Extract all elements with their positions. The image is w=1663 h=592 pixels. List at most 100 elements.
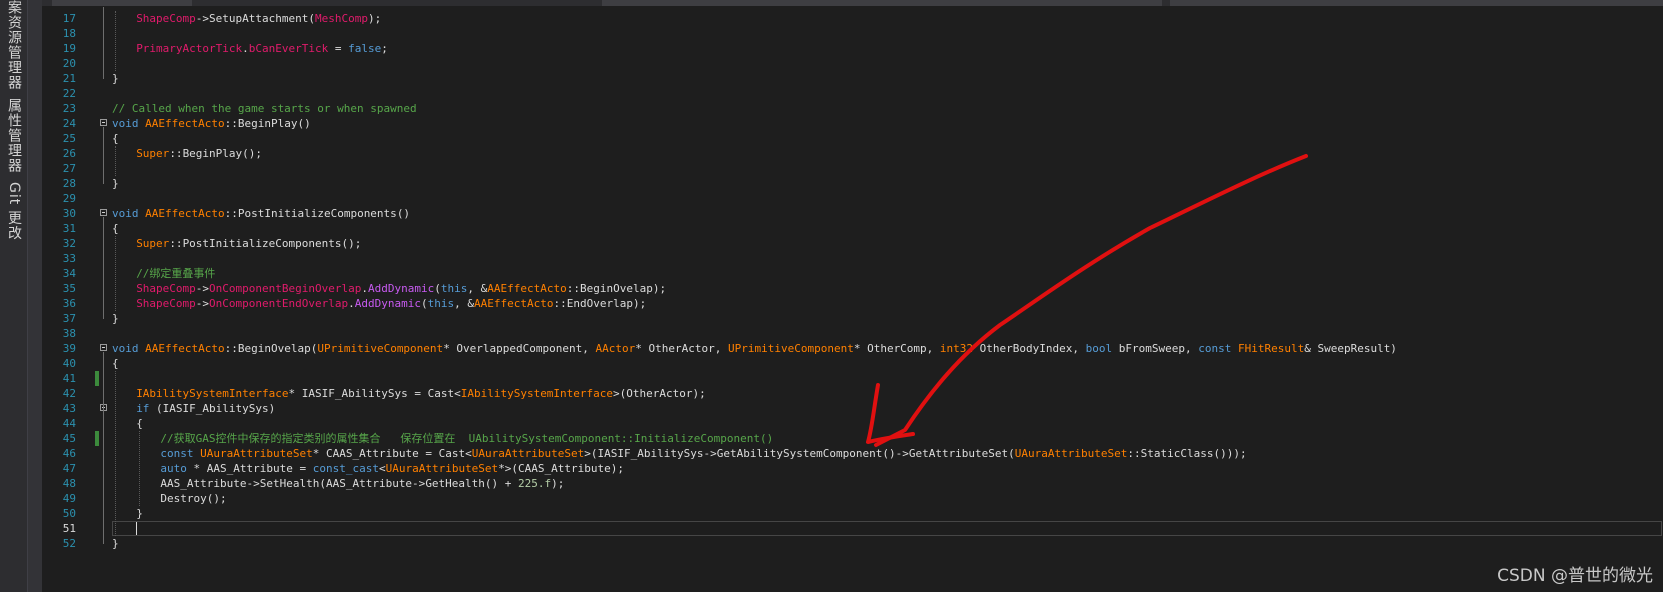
code-text: { [112,131,119,146]
tool-tab-git-changes[interactable]: Git 更改 [2,182,26,241]
code-line[interactable]: 47 auto * AAS_Attribute = const_cast<UAur… [42,461,1662,476]
code-token: (IASIF_AbilitySys) [149,401,276,415]
code-line[interactable]: 33 [42,251,1662,266]
code-line[interactable]: 27 [42,161,1662,176]
code-line[interactable]: 21} [42,71,1662,86]
code-token: const [160,446,194,460]
code-line[interactable]: 31 { [42,221,1662,236]
code-line[interactable]: 20 [42,56,1662,71]
code-token: () [297,116,311,130]
code-token: OnComponentEndOverlap [209,296,349,310]
code-token: const_cast [312,461,379,475]
code-token: { [136,416,143,430]
line-number: 35 [62,281,76,295]
code-text: void AAEffectActo::PostInitializeCompone… [112,206,410,221]
code-token: int32 [939,341,974,355]
line-number: 43 [62,401,76,415]
code-token: PostInitializeComponents [237,206,397,220]
code-token: IAbilitySystemInterface [136,386,289,400]
code-line[interactable]: 46 const UAuraAttributeSet* CAAS_Attribut… [42,446,1662,461]
code-token: void [112,341,139,355]
code-text: const UAuraAttributeSet* CAAS_Attribute … [160,446,1246,461]
code-line[interactable]: 26 Super::BeginPlay(); [42,146,1662,161]
code-token: ShapeComp [136,296,196,310]
code-text: ShapeComp->SetupAttachment(MeshComp); [136,11,381,26]
code-token: ( [1008,446,1015,460]
code-token: UAuraAttributeSet [1014,446,1128,460]
line-number: 23 [62,101,76,115]
line-number: 46 [62,446,76,460]
code-line[interactable]: 39 void AAEffectActo::BeginOvelap(UPrimit… [42,341,1662,356]
code-text: Super::BeginPlay(); [136,146,262,161]
code-token: IAbilitySystemInterface [460,386,614,400]
line-number: 40 [62,356,76,370]
code-token: (); [206,491,227,505]
code-line[interactable]: 19 PrimaryActorTick.bCanEverTick = false; [42,41,1662,56]
code-line[interactable]: 32 Super::PostInitializeComponents(); [42,236,1662,251]
collapse-toggle-icon[interactable] [100,208,107,216]
code-line[interactable]: 40 { [42,356,1662,371]
code-token: * AAS_Attribute = [186,461,313,475]
code-line[interactable]: 37} [42,311,1662,326]
code-token: AddDynamic [354,296,421,310]
code-line[interactable]: 35 ShapeComp->OnComponentBeginOverlap.Add… [42,281,1662,296]
code-token: const [1198,341,1232,355]
code-token: EndOverlap [566,296,633,310]
code-token: ( [434,281,441,295]
line-number: 49 [62,491,76,505]
code-line[interactable]: 41 [42,370,1662,386]
code-line[interactable]: 45 //获取GAS控件中保存的指定类别的属性集合 保存位置在 UAbilityS… [42,430,1662,446]
code-token: AddDynamic [368,281,435,295]
code-token: MeshComp [315,11,368,25]
code-line[interactable]: 48 AAS_Attribute->SetHealth(AAS_Attribute… [42,476,1662,491]
code-line[interactable]: 49 Destroy(); [42,491,1662,506]
code-token: ); [652,281,667,295]
code-line[interactable]: 36 ShapeComp->OnComponentEndOverlap.AddDy… [42,296,1662,311]
code-line[interactable]: 17 ShapeComp->SetupAttachment(MeshComp); [42,11,1662,26]
collapse-toggle-icon[interactable] [100,118,107,126]
code-line[interactable]: 23 // Called when the game starts or when… [42,101,1662,116]
line-number: 31 [62,221,76,235]
current-line-highlight [112,520,1662,536]
code-token: // Called when the game starts or when s… [112,101,417,115]
code-token: UAuraAttributeSet [385,461,499,475]
code-text: ShapeComp->OnComponentBeginOverlap.AddDy… [136,281,666,296]
tool-tab-property-manager[interactable]: 属性管理器 [2,98,26,173]
code-line[interactable]: 25 { [42,131,1662,146]
code-line[interactable]: 24 void AAEffectActo::BeginPlay() [42,116,1662,131]
code-line[interactable]: 30 void AAEffectActo::PostInitializeCompo… [42,206,1662,221]
code-line[interactable]: 34 //绑定重叠事件 [42,266,1662,281]
code-line[interactable]: 29 [42,191,1662,206]
code-line[interactable]: 42 IAbilitySystemInterface* IASIF_Ability… [42,386,1662,401]
code-line[interactable]: 28} [42,176,1662,191]
code-token: -> [195,296,210,310]
code-text: { [112,221,119,236]
code-line[interactable]: 44 { [42,416,1662,431]
code-token: . [361,281,368,295]
code-token: AAS_Attribute-> [160,476,260,490]
code-line[interactable]: 43 if (IASIF_AbilitySys) [42,401,1662,416]
code-line[interactable]: 22 [42,86,1662,101]
collapse-toggle-icon[interactable] [100,343,107,351]
code-token: bFromSweep, [1112,341,1199,355]
code-token: ; [381,41,388,55]
line-number: 44 [62,416,76,430]
code-line[interactable]: 38 [42,326,1662,341]
line-number: 17 [62,11,76,25]
code-token: () [396,206,411,220]
code-token: < [454,386,461,400]
code-editor[interactable]: 17 ShapeComp->SetupAttachment(MeshComp); 1… [42,6,1663,592]
line-number: 50 [62,506,76,520]
code-line[interactable]: 18 [42,26,1662,41]
code-token: PrimaryActorTick [136,41,243,55]
code-line[interactable]: 50} [42,506,1662,521]
line-number: 34 [62,266,76,280]
code-token: UPrimitiveComponent [317,341,444,355]
code-token: { [112,221,119,235]
code-token: 225.f [518,476,552,490]
code-line[interactable]: 52} [42,536,1662,551]
tool-tab-solution-explorer[interactable]: 案资源管理器 [2,0,26,90]
code-text: } [112,311,119,326]
code-token: void [112,206,139,220]
